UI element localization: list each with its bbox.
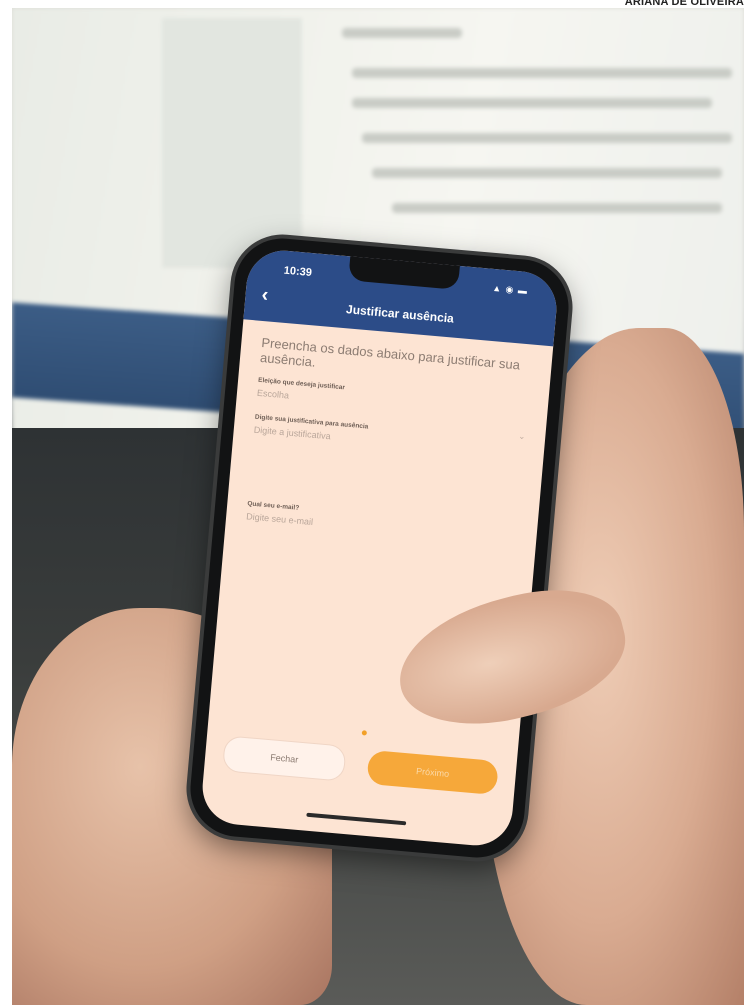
form: Preencha os dados abaixo para justificar… [244,335,534,561]
page-indicator-dot [361,730,367,736]
monitor-sidebar [162,18,302,268]
phone-screen: 10:39 ▲ ◉ ▬ ‹ Justificar ausência Preenc… [199,247,560,849]
home-indicator [305,812,406,826]
phone-notch [347,254,460,290]
close-button[interactable]: Fechar [221,735,347,782]
photograph: 10:39 ▲ ◉ ▬ ‹ Justificar ausência Preenc… [12,8,744,1005]
monitor-text-line [392,203,722,213]
monitor-text-line [362,133,732,143]
monitor-text-line [352,68,732,78]
monitor-text-line [372,168,722,178]
status-time: 10:39 [283,264,313,280]
app-header: 10:39 ▲ ◉ ▬ ‹ Justificar ausência [243,247,560,347]
chevron-down-icon[interactable]: ⌄ [518,432,525,442]
status-icons: ▲ ◉ ▬ [491,282,529,296]
monitor-text-line [342,28,462,38]
next-button[interactable]: Próximo [366,749,499,796]
smartphone: 10:39 ▲ ◉ ▬ ‹ Justificar ausência Preenc… [186,234,573,862]
monitor-text-line [352,98,712,108]
photo-credit: ARIANA DE OLIVEIRA [624,0,744,8]
page-title: Justificar ausência [345,302,455,326]
